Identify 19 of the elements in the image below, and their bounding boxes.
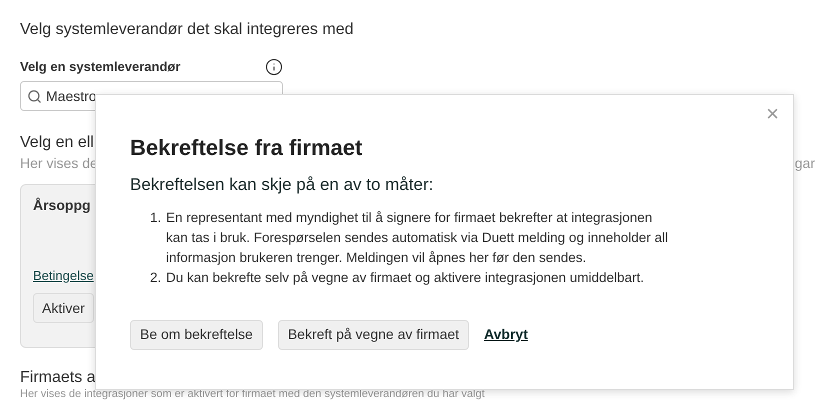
dialog-button[interactable]: Be om bekreftelse bbox=[130, 320, 263, 350]
search-icon bbox=[27, 88, 42, 104]
field-label: Velg en systemleverandør bbox=[20, 58, 180, 76]
section-title: Firmaets a bbox=[20, 368, 97, 388]
info-icon[interactable] bbox=[265, 58, 283, 76]
section-title: Velg en ell bbox=[20, 132, 94, 152]
dialog-title: Bekreftelse fra firmaet bbox=[130, 134, 364, 162]
activate-button[interactable]: Aktiver bbox=[33, 293, 94, 323]
step-text: Du kan bekrefte selv på vegne av firmaet og aktivere integrasjonen umiddelbart. bbox=[166, 268, 644, 287]
list-number: 2. bbox=[150, 268, 162, 286]
step-text: En representant med myndighet til å signere for firmaet bekrefter at integrasjonen kan tas i bruk. Forespørselen sendes automatisk via Duett melding og inneholder all informasjon brukeren trenger. Meldingen vil åpnes her før den sendes. bbox=[166, 208, 669, 267]
section-heading: Velg systemleverandør det skal integreres med bbox=[20, 20, 354, 40]
search-field[interactable]: Maestro bbox=[20, 80, 283, 110]
dialog-button[interactable]: Bekreft på vegne av firmaet bbox=[278, 320, 470, 350]
card-title: Årsoppg bbox=[33, 196, 92, 215]
list-number: 1. bbox=[150, 208, 162, 226]
cancel-link[interactable]: Avbryt bbox=[484, 324, 528, 345]
dialog-subtitle: Bekreftelsen kan skje på en av to måter: bbox=[130, 174, 434, 196]
section-hint: gar bbox=[794, 154, 815, 173]
